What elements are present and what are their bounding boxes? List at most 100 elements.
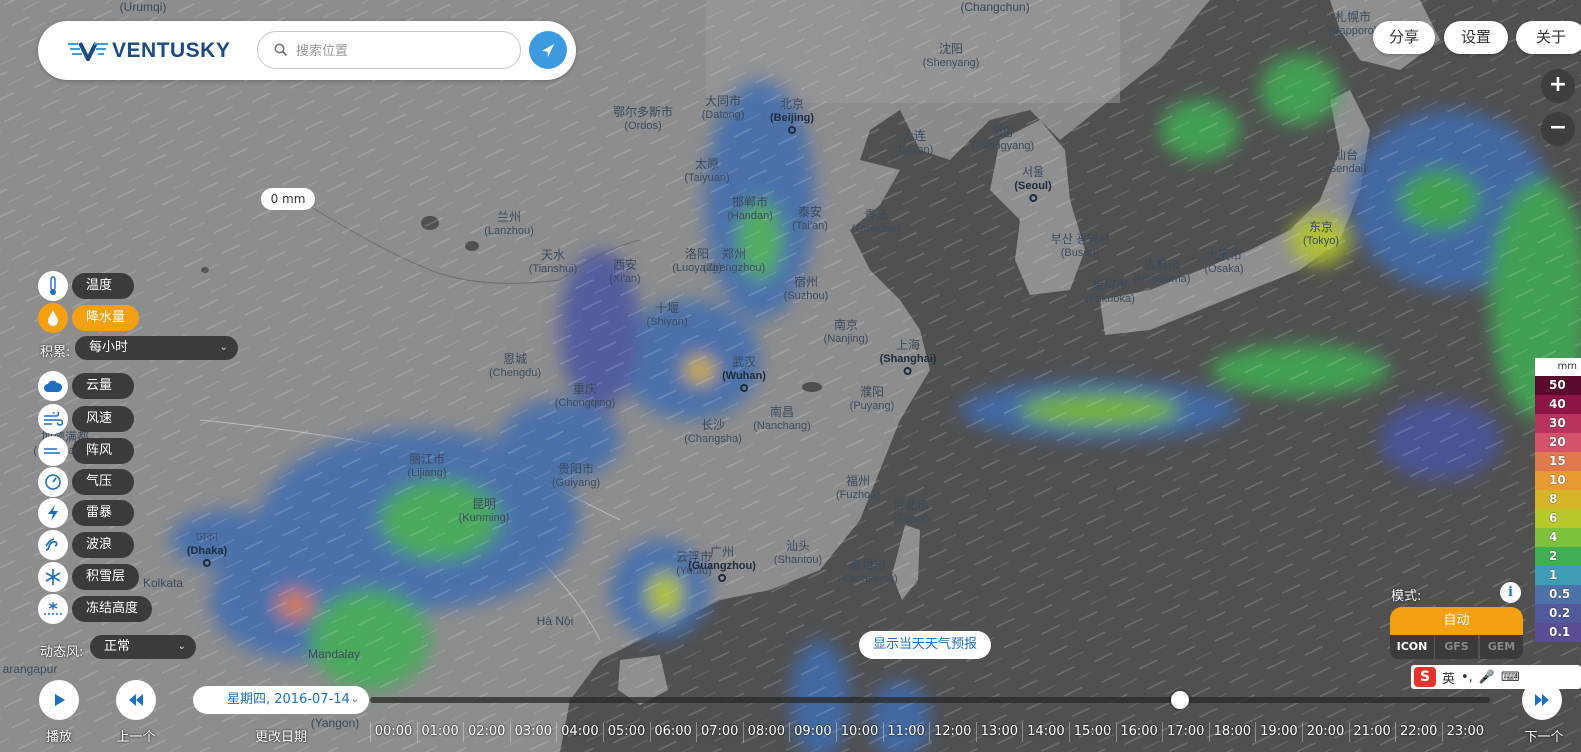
hour-tick[interactable]: 02:00	[463, 722, 509, 742]
timeline-track[interactable]	[370, 697, 1490, 703]
about-button[interactable]: 关于	[1516, 21, 1581, 54]
hour-tick[interactable]: 10:00	[836, 722, 882, 742]
city-label: 贵阳市 (Guiyang)	[552, 462, 600, 490]
layer-label[interactable]: 温度	[72, 273, 134, 299]
hour-tick[interactable]: 08:00	[742, 722, 789, 742]
raindrop-icon[interactable]	[38, 303, 68, 333]
microphone-icon[interactable]: 🎤	[1479, 670, 1495, 685]
capital-marker-icon	[1029, 194, 1037, 202]
next-button[interactable]	[1522, 680, 1562, 720]
share-button[interactable]: 分享	[1373, 21, 1435, 54]
hour-tick[interactable]: 20:00	[1302, 722, 1348, 742]
hour-tick[interactable]: 19:00	[1255, 722, 1301, 742]
ime-language[interactable]: 英	[1442, 668, 1455, 687]
accumulation-select[interactable]: 每小时 ⌄	[75, 336, 238, 360]
hour-tick[interactable]: 05:00	[603, 722, 649, 742]
city-name-latin: (Fukuoka)	[1085, 293, 1135, 305]
hour-tick[interactable]: 13:00	[975, 722, 1022, 742]
layer-label[interactable]: 气压	[72, 469, 134, 495]
city-name: 邯郸市	[731, 195, 769, 209]
layer-label[interactable]: 冻结高度	[72, 596, 153, 622]
locate-button[interactable]	[529, 31, 567, 69]
ime-punctuation[interactable]: •,	[1461, 670, 1473, 685]
city-name-latin: (Nanchang)	[753, 420, 811, 432]
hour-tick[interactable]: 06:00	[649, 722, 696, 742]
wave-icon[interactable]	[38, 530, 68, 560]
settings-button[interactable]: 设置	[1444, 21, 1508, 54]
zoom-in-button[interactable]: +	[1541, 69, 1575, 103]
hour-tick[interactable]: 03:00	[509, 722, 556, 742]
previous-button[interactable]	[116, 680, 156, 720]
ventusky-logo[interactable]: VENTUSKY	[68, 38, 230, 64]
hour-tick[interactable]: 15:00	[1069, 722, 1115, 742]
logo-icon	[68, 42, 108, 61]
show-daily-forecast-button[interactable]: 显示当天天气预报	[859, 631, 991, 659]
zoom-out-button[interactable]: −	[1541, 112, 1575, 146]
layer-label[interactable]: 降水量	[72, 305, 140, 331]
city-name-latin: (Handan)	[727, 210, 773, 222]
city-name-latin: (Ordos)	[624, 120, 662, 132]
play-label: 播放	[45, 730, 73, 745]
search-box[interactable]	[257, 31, 521, 69]
snowflake-icon[interactable]	[38, 562, 68, 592]
city-name: Hà Nội	[536, 614, 574, 628]
info-icon[interactable]: i	[1500, 582, 1521, 603]
city-label: 邯郸市 (Handan)	[727, 195, 773, 223]
layer-label[interactable]: 风速	[72, 406, 134, 432]
date-select[interactable]: 星期四, 2016-07-14 ⌄	[193, 686, 369, 714]
model-gem-button[interactable]: GEM	[1479, 635, 1523, 659]
city-name-latin: (Datong)	[701, 109, 745, 121]
city-name-latin: (Puyang)	[849, 400, 895, 412]
model-gfs-button[interactable]: GFS	[1434, 635, 1478, 659]
hour-tick[interactable]: 22:00	[1395, 722, 1441, 742]
city-name: Mandalay	[307, 647, 361, 661]
city-name-latin: (Beijing)	[770, 112, 814, 124]
lightning-icon[interactable]	[38, 498, 68, 528]
model-icon-button[interactable]: ICON	[1390, 635, 1434, 659]
hour-tick[interactable]: 09:00	[789, 722, 835, 742]
hour-tick[interactable]: 04:00	[556, 722, 602, 742]
layer-label[interactable]: 云量	[72, 373, 134, 399]
weather-map[interactable]: (Urumqi) (Changchun) 札幌市 (Sapporo) 沈阳 (Shenya…	[0, 0, 1581, 752]
hour-tick[interactable]: 00:00	[370, 722, 416, 742]
hour-tick[interactable]: 16:00	[1115, 722, 1162, 742]
timeline-handle[interactable]	[1171, 691, 1189, 709]
city-name-latin: (Tokyo)	[1302, 235, 1340, 247]
layer-label[interactable]: 波浪	[72, 532, 134, 558]
city-label: 札幌市 (Sapporo)	[1329, 10, 1378, 38]
city-name-latin: (Tai'an)	[792, 220, 828, 232]
dynamic-wind-select[interactable]: 正常 ⌄	[90, 635, 196, 659]
city-label: 北京 (Beijing)	[770, 97, 814, 134]
hour-tick[interactable]: 12:00	[929, 722, 975, 742]
layer-label[interactable]: 阵风	[72, 438, 134, 464]
hour-tick[interactable]: 14:00	[1022, 722, 1068, 742]
city-label: 重庆 (Chongqing)	[555, 382, 616, 410]
play-button[interactable]	[39, 680, 79, 720]
search-input[interactable]	[296, 41, 506, 61]
hour-tick[interactable]: 21:00	[1348, 722, 1395, 742]
layer-label[interactable]: 雷暴	[72, 500, 134, 526]
city-label: 台北市 (Taipei)	[893, 498, 929, 526]
hour-tick[interactable]: 23:00	[1441, 722, 1488, 742]
hour-tick[interactable]: 18:00	[1208, 722, 1255, 742]
city-label: 恩城 (Chengdu)	[489, 352, 541, 380]
pressure-icon[interactable]	[38, 467, 68, 497]
city-label: 南昌 (Nanchang)	[753, 405, 810, 433]
layer-label[interactable]: 积雪层	[72, 564, 140, 590]
freezing-level-icon[interactable]	[38, 594, 68, 624]
gust-icon[interactable]	[38, 436, 68, 466]
hour-tick[interactable]: 17:00	[1162, 722, 1208, 742]
city-name: 台北市	[892, 498, 930, 512]
hour-tick[interactable]: 07:00	[696, 722, 742, 742]
city-name-latin: (Sendai)	[1325, 163, 1367, 175]
city-label: 十堰 (Shiyan)	[647, 301, 688, 329]
keyboard-icon[interactable]: ⌨	[1501, 670, 1520, 685]
thermometer-icon[interactable]	[38, 271, 68, 301]
mode-auto-button[interactable]: 自动	[1390, 607, 1523, 635]
hour-tick[interactable]: 11:00	[882, 722, 929, 742]
cloud-icon[interactable]	[38, 371, 68, 401]
city-name-latin: (Wuhan)	[722, 370, 766, 382]
mode-label: 模式:	[1391, 589, 1422, 604]
hour-tick[interactable]: 01:00	[416, 722, 463, 742]
wind-icon[interactable]	[38, 404, 68, 434]
